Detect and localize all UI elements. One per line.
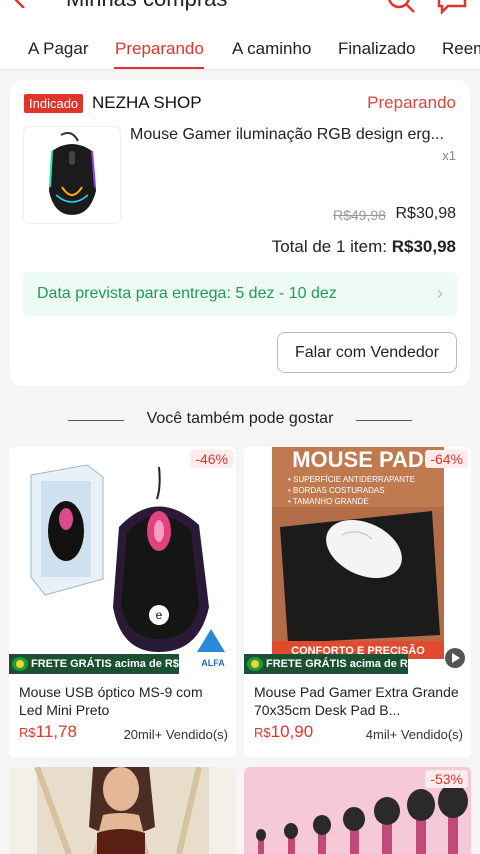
recommended-badge: Indicado <box>24 94 84 113</box>
top-bar: Minhas compras <box>0 0 480 20</box>
discount-badge: -64% <box>425 450 468 468</box>
tab-preparando[interactable]: Preparando <box>115 39 204 59</box>
free-shipping-text: FRETE GRÁTIS acima de R$10 <box>266 658 427 670</box>
order-card[interactable]: Indicado NEZHA SHOP Preparando Mouse Gam… <box>10 80 470 386</box>
free-shipping-banner: FRETE GRÁTIS acima de R$10 <box>244 654 426 674</box>
free-shipping-banner: FRETE GRÁTIS acima de R$10 <box>9 654 191 674</box>
recommendations-title: Você também pode gostar <box>146 410 334 427</box>
original-price: R$49,98 <box>333 207 386 223</box>
delivery-estimate[interactable]: Data prevista para entrega: 5 dez - 10 d… <box>23 272 457 316</box>
discount-badge: -53% <box>425 770 468 788</box>
product-thumbnail[interactable] <box>23 126 121 224</box>
product-price: R$10,90 <box>254 722 313 742</box>
product-image[interactable] <box>9 767 236 854</box>
tab-finalizado[interactable]: Finalizado <box>338 39 416 59</box>
mouse-pad-image: MOUSE PAD • SUPERFÍCIE ANTIDERRAPANTE • … <box>244 447 471 674</box>
product-card[interactable]: -53% <box>244 767 471 854</box>
sold-count: 4mil+ Vendido(s) <box>365 727 463 742</box>
shop-name[interactable]: NEZHA SHOP <box>92 93 202 113</box>
product-price: R$30,98 <box>395 205 457 222</box>
brazil-flag-icon <box>12 657 28 671</box>
order-tabs: A Pagar Preparando A caminho Finalizado … <box>0 20 480 70</box>
image-bullet: • TAMANHO GRANDE <box>288 497 369 506</box>
image-heading: MOUSE PAD <box>292 447 424 472</box>
currency-symbol: R$ <box>19 725 36 740</box>
brand-logo-text: ALFA <box>201 658 225 668</box>
product-card[interactable]: e ALFA -46% FRETE GRÁTIS acima de R$10 M… <box>9 447 236 757</box>
total-label: Total de 1 item: <box>271 237 387 256</box>
price-value: 10,90 <box>270 722 314 741</box>
tab-a-pagar[interactable]: A Pagar <box>28 39 89 59</box>
currency-symbol: R$ <box>254 725 271 740</box>
total-value: R$30,98 <box>391 237 456 256</box>
product-name[interactable]: Mouse USB óptico MS-9 com Led Mini Preto <box>19 683 226 719</box>
svg-text:e: e <box>156 608 163 622</box>
chevron-right-icon: › <box>437 283 443 303</box>
fashion-model-image <box>9 767 236 854</box>
contact-seller-button[interactable]: Falar com Vendedor <box>277 332 457 373</box>
free-shipping-text: FRETE GRÁTIS acima de R$10 <box>31 658 192 670</box>
page-title: Minhas compras <box>66 0 227 12</box>
delivery-estimate-text: Data prevista para entrega: 5 dez - 10 d… <box>37 285 337 302</box>
product-card[interactable] <box>9 767 236 854</box>
tab-reembolso[interactable]: Reem <box>442 39 480 59</box>
discount-badge: -46% <box>190 450 233 468</box>
search-icon[interactable] <box>386 0 416 14</box>
chevron-left-icon[interactable] <box>10 0 30 8</box>
active-tab-indicator <box>114 67 204 69</box>
product-image[interactable]: -53% <box>244 767 471 854</box>
chat-icon[interactable] <box>436 0 468 14</box>
product-image[interactable]: e ALFA -46% FRETE GRÁTIS acima de R$10 <box>9 447 236 674</box>
image-bullet: • BORDAS COSTURADAS <box>288 486 385 495</box>
product-title[interactable]: Mouse Gamer iluminação RGB design erg... <box>130 126 460 144</box>
product-name[interactable]: Mouse Pad Gamer Extra Grande 70x35cm Des… <box>254 683 461 719</box>
sold-count: 20mil+ Vendido(s) <box>123 727 228 742</box>
order-total: Total de 1 item: R$30,98 <box>272 237 456 257</box>
usb-mouse-image: e ALFA <box>9 447 236 674</box>
image-bullet: • SUPERFÍCIE ANTIDERRAPANTE <box>288 475 415 484</box>
product-image[interactable]: MOUSE PAD • SUPERFÍCIE ANTIDERRAPANTE • … <box>244 447 471 674</box>
product-price: R$11,78 <box>19 722 77 742</box>
price-value: 11,78 <box>35 722 77 741</box>
tab-a-caminho[interactable]: A caminho <box>232 39 311 59</box>
divider-right <box>356 420 412 421</box>
brazil-flag-icon <box>247 657 263 671</box>
gaming-mouse-image <box>49 132 96 215</box>
product-card[interactable]: MOUSE PAD • SUPERFÍCIE ANTIDERRAPANTE • … <box>244 447 471 757</box>
product-quantity: x1 <box>442 148 456 163</box>
order-status: Preparando <box>367 93 456 112</box>
